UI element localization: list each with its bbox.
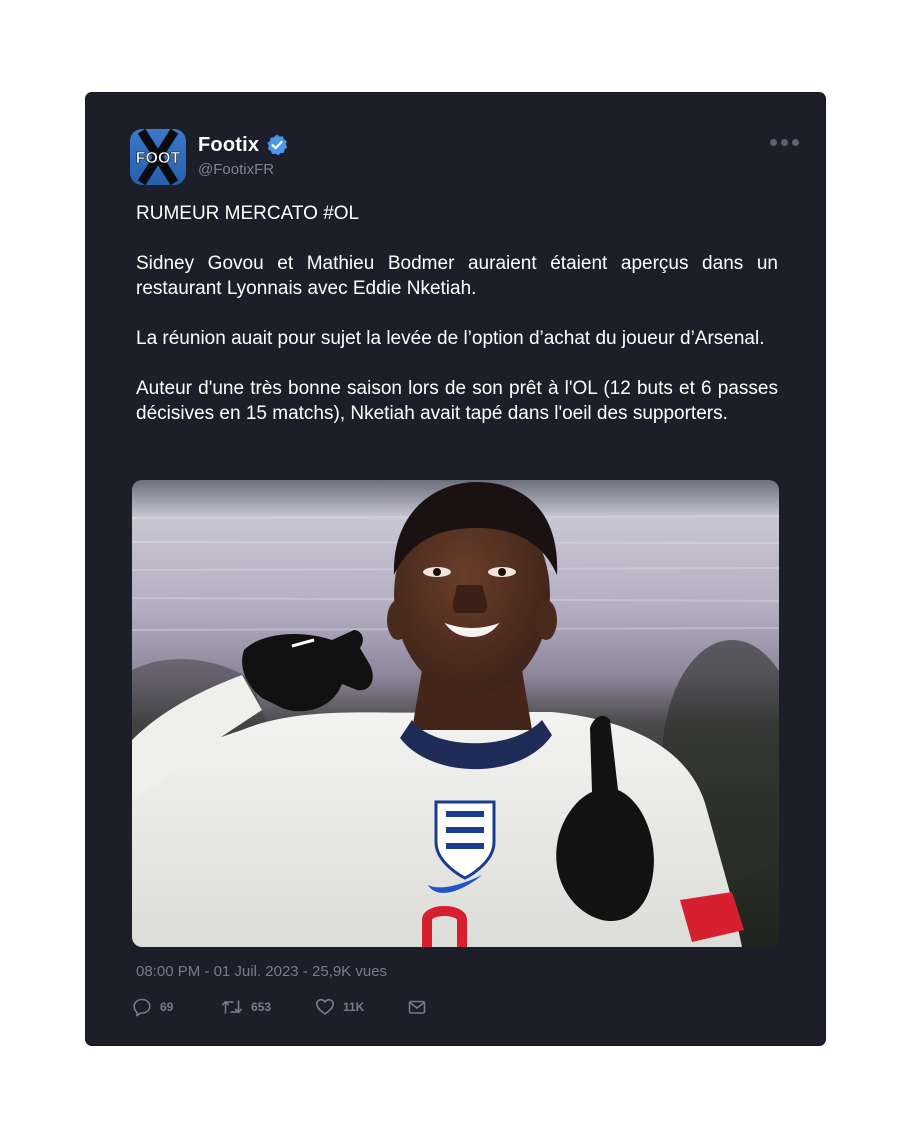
tweet-meta: 08:00 PM - 01 Juil. 2023 - 25,9K vues xyxy=(136,963,387,980)
reply-count: 69 xyxy=(160,1000,174,1014)
like-count: 11K xyxy=(343,1000,365,1014)
more-dot xyxy=(781,139,788,146)
verified-badge-icon xyxy=(267,134,288,156)
more-dot xyxy=(770,139,777,146)
display-name[interactable]: Footix xyxy=(198,134,259,157)
retweet-count: 653 xyxy=(251,1000,272,1014)
more-options-icon[interactable] xyxy=(770,139,799,146)
footix-logo-icon: FOOT xyxy=(135,129,181,185)
author-name-row: Footix xyxy=(198,131,289,159)
reply-icon xyxy=(133,998,151,1017)
meta-separator: - xyxy=(298,963,312,980)
meta-separator: - xyxy=(200,963,214,980)
player-photo-illustration xyxy=(132,480,779,947)
retweet-button[interactable]: 653 xyxy=(221,993,271,1021)
tweet-date[interactable]: 01 Juil. 2023 xyxy=(214,963,299,980)
tweet-photo[interactable] xyxy=(132,480,779,947)
author-handle[interactable]: @FootixFR xyxy=(198,161,274,178)
reply-button[interactable]: 69 xyxy=(132,993,173,1021)
tweet-card: FOOT Footix @FootixFR RUMEUR MERCATO #OL… xyxy=(86,93,825,1045)
retweet-icon xyxy=(222,1000,242,1014)
tweet-time[interactable]: 08:00 PM xyxy=(136,963,200,980)
tweet-paragraph: La réunion auait pour sujet la levée de … xyxy=(136,328,765,349)
tweet-actions: 69 653 11K xyxy=(132,993,532,1021)
mail-icon xyxy=(408,1000,426,1014)
avatar-logo-text: FOOT xyxy=(136,150,181,167)
more-dot xyxy=(792,139,799,146)
heart-icon xyxy=(316,998,334,1015)
tweet-text: RUMEUR MERCATO #OL Sidney Govou et Mathi… xyxy=(136,201,778,426)
avatar[interactable]: FOOT xyxy=(130,129,186,185)
tweet-paragraph: Sidney Govou et Mathieu Bodmer auraient … xyxy=(136,253,778,299)
tweet-paragraph: RUMEUR MERCATO #OL xyxy=(136,203,360,224)
tweet-views: 25,9K vues xyxy=(311,963,388,980)
like-button[interactable]: 11K xyxy=(315,993,364,1021)
share-button[interactable] xyxy=(407,993,427,1021)
tweet-paragraph: Auteur d'une très bonne saison lors de s… xyxy=(136,378,778,424)
